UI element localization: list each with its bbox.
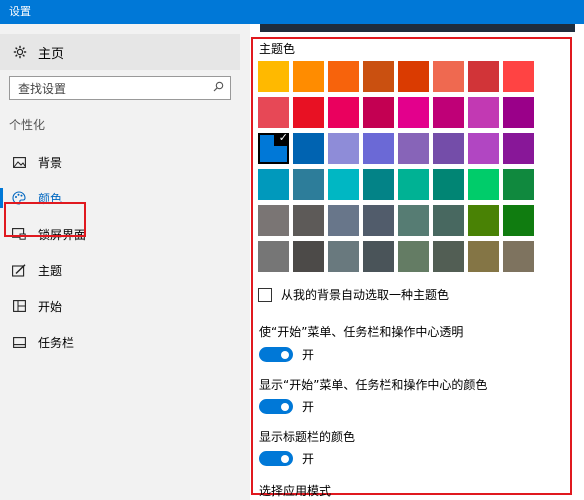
color-swatch[interactable] [363, 241, 394, 272]
color-swatch[interactable] [363, 169, 394, 200]
color-swatch[interactable] [468, 241, 499, 272]
theme-brush-icon [12, 263, 26, 277]
sidebar-item-start[interactable]: 开始 [0, 288, 250, 324]
color-swatch[interactable] [398, 205, 429, 236]
color-swatch[interactable] [363, 61, 394, 92]
toggle-knob [281, 402, 289, 411]
color-swatch[interactable] [328, 133, 359, 164]
color-swatch[interactable] [258, 241, 289, 272]
sidebar: 主页 查找设置 个性化 背景 颜色 锁屏界面 主题 开始 任务栏 [0, 24, 250, 500]
accent-preview-bar [260, 24, 575, 32]
check-icon: ✓ [278, 131, 288, 144]
color-swatch[interactable] [433, 97, 464, 128]
transparency-state: 开 [302, 348, 315, 362]
color-swatch-selected[interactable]: ✓ [258, 131, 289, 164]
colors-page: 主题色 ✓ 从我的背景自动选取一种主题色 使“开始”菜单、任务栏和操作中心透明 … [250, 24, 584, 500]
color-palette: ✓ [258, 61, 535, 272]
color-swatch[interactable] [293, 169, 324, 200]
color-swatch[interactable] [293, 133, 324, 164]
color-swatch[interactable] [468, 97, 499, 128]
color-swatch[interactable] [363, 133, 394, 164]
gear-icon [12, 44, 28, 60]
color-swatch[interactable] [328, 61, 359, 92]
color-swatch[interactable] [293, 61, 324, 92]
color-swatch[interactable] [433, 241, 464, 272]
personalization-nav: 背景 颜色 锁屏界面 主题 开始 任务栏 [0, 144, 250, 360]
color-swatch[interactable] [503, 97, 534, 128]
color-swatch[interactable] [258, 169, 289, 200]
auto-pick-checkbox[interactable] [258, 287, 272, 302]
show-color-titlebar-label: 显示标题栏的颜色 [259, 430, 356, 444]
show-color-start-toggle[interactable] [259, 399, 293, 414]
auto-pick-label: 从我的背景自动选取一种主题色 [281, 288, 450, 302]
color-swatch[interactable] [328, 205, 359, 236]
start-grid-icon [12, 299, 26, 313]
sidebar-item-label: 背景 [38, 155, 63, 170]
color-swatch[interactable] [468, 61, 499, 92]
show-color-titlebar-toggle[interactable] [259, 451, 293, 466]
home-nav-item[interactable]: 主页 [0, 34, 240, 70]
auto-pick-checkbox-row[interactable]: 从我的背景自动选取一种主题色 [258, 286, 449, 303]
sidebar-item-label: 开始 [38, 299, 63, 314]
sidebar-item-themes[interactable]: 主题 [0, 252, 250, 288]
color-swatch[interactable] [503, 133, 534, 164]
color-swatch[interactable] [503, 61, 534, 92]
show-color-titlebar-state: 开 [302, 452, 315, 466]
color-swatch[interactable] [328, 241, 359, 272]
taskbar-icon [12, 335, 26, 349]
color-swatch[interactable] [398, 97, 429, 128]
window-title: 设置 [0, 0, 584, 24]
annotation-highlight-colors [4, 202, 86, 237]
toggle-knob [281, 454, 289, 463]
search-placeholder: 查找设置 [18, 81, 67, 96]
picture-icon [12, 155, 26, 169]
color-swatch[interactable] [468, 169, 499, 200]
show-color-titlebar-toggle-row[interactable]: 开 [259, 450, 314, 467]
color-swatch[interactable] [468, 133, 499, 164]
color-swatch[interactable] [398, 169, 429, 200]
show-color-start-state: 开 [302, 400, 315, 414]
transparency-toggle[interactable] [259, 347, 293, 362]
color-swatch[interactable] [503, 169, 534, 200]
show-color-start-toggle-row[interactable]: 开 [259, 398, 314, 415]
sidebar-item-label: 主题 [38, 263, 63, 278]
color-swatch[interactable] [503, 205, 534, 236]
toggle-knob [281, 350, 289, 359]
theme-color-heading: 主题色 [259, 42, 296, 56]
transparency-label: 使“开始”菜单、任务栏和操作中心透明 [259, 325, 464, 339]
color-swatch[interactable] [328, 169, 359, 200]
color-swatch[interactable] [293, 205, 324, 236]
color-swatch[interactable] [503, 241, 534, 272]
show-color-start-label: 显示“开始”菜单、任务栏和操作中心的颜色 [259, 378, 488, 392]
app-mode-heading: 选择应用模式 [259, 484, 332, 498]
search-icon[interactable] [213, 81, 224, 95]
color-swatch[interactable] [363, 97, 394, 128]
color-swatch[interactable] [433, 205, 464, 236]
color-swatch[interactable] [258, 61, 289, 92]
color-swatch[interactable] [433, 169, 464, 200]
sidebar-item-taskbar[interactable]: 任务栏 [0, 324, 250, 360]
color-swatch[interactable] [398, 133, 429, 164]
color-swatch[interactable] [433, 61, 464, 92]
sidebar-item-background[interactable]: 背景 [0, 144, 250, 180]
sidebar-item-label: 任务栏 [38, 335, 75, 350]
color-swatch[interactable] [398, 241, 429, 272]
color-swatch[interactable] [398, 61, 429, 92]
color-swatch[interactable] [433, 133, 464, 164]
search-input[interactable]: 查找设置 [9, 76, 231, 100]
color-swatch[interactable] [468, 205, 499, 236]
color-swatch[interactable] [328, 97, 359, 128]
color-swatch[interactable] [293, 241, 324, 272]
color-swatch[interactable] [293, 97, 324, 128]
color-swatch[interactable] [258, 205, 289, 236]
color-swatch[interactable] [258, 97, 289, 128]
home-label: 主页 [38, 46, 65, 62]
transparency-toggle-row[interactable]: 开 [259, 346, 314, 363]
color-swatch[interactable] [363, 205, 394, 236]
section-title: 个性化 [9, 118, 46, 132]
